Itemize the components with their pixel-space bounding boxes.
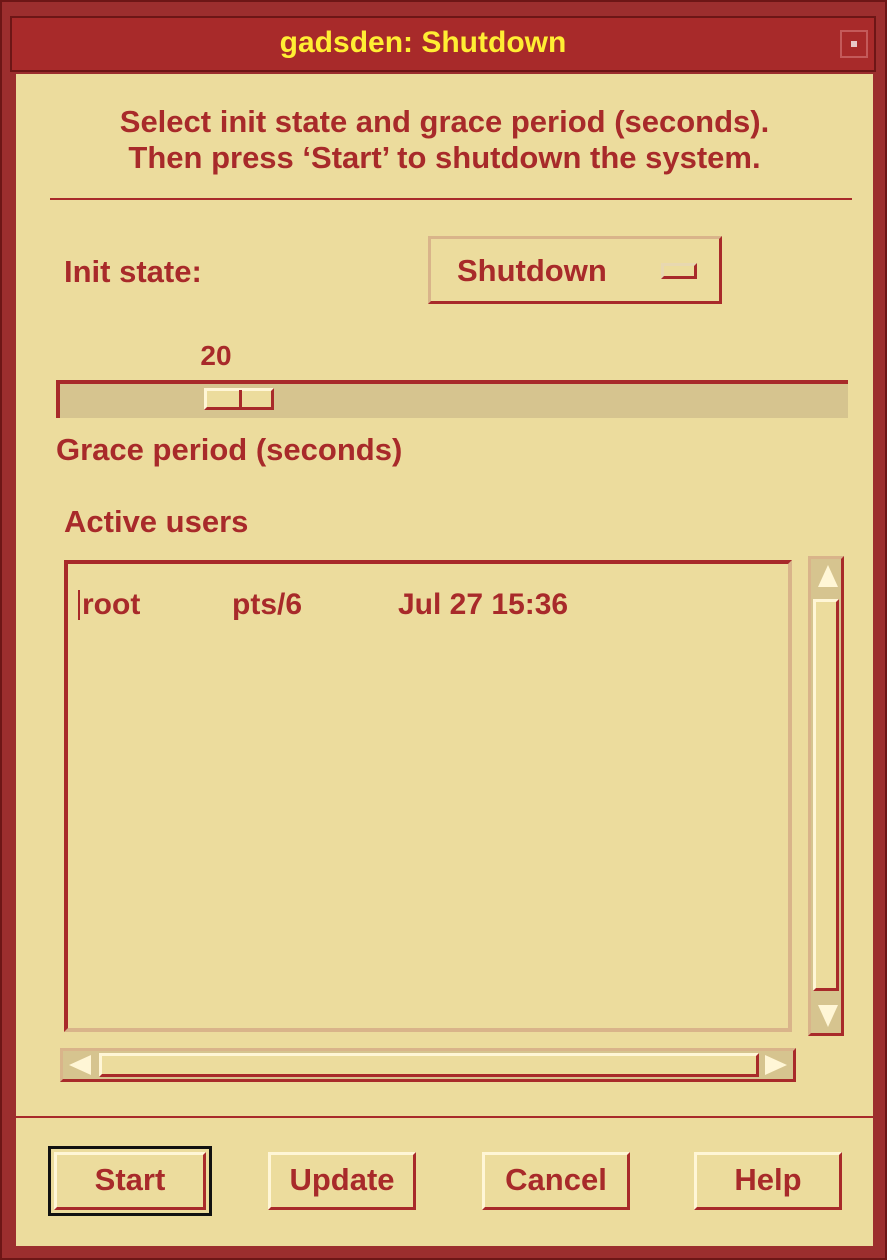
horizontal-scroll-thumb[interactable] bbox=[99, 1053, 759, 1077]
separator bbox=[16, 1116, 873, 1118]
option-menu-indicator-icon bbox=[661, 263, 697, 279]
instruction-line-2: Then press ‘Start’ to shutdown the syste… bbox=[128, 140, 761, 175]
grace-period-scale[interactable] bbox=[56, 380, 848, 418]
init-state-label: Init state: bbox=[64, 254, 202, 289]
init-state-value: Shutdown bbox=[457, 253, 607, 288]
scroll-right-arrow-icon[interactable] bbox=[765, 1055, 787, 1075]
horizontal-scrollbar[interactable] bbox=[60, 1048, 796, 1082]
separator bbox=[50, 198, 852, 200]
user-name: root bbox=[82, 588, 141, 621]
grace-period-slider[interactable] bbox=[204, 388, 274, 410]
vertical-scroll-thumb[interactable] bbox=[813, 599, 839, 991]
text-cursor bbox=[78, 590, 80, 620]
start-button[interactable]: Start bbox=[48, 1146, 212, 1216]
vertical-scrollbar[interactable] bbox=[808, 556, 844, 1036]
cancel-button[interactable]: Cancel bbox=[482, 1152, 630, 1210]
help-button[interactable]: Help bbox=[694, 1152, 842, 1210]
user-tty: pts/6 bbox=[232, 588, 303, 621]
scroll-down-arrow-icon[interactable] bbox=[818, 1005, 838, 1027]
scroll-left-arrow-icon[interactable] bbox=[69, 1055, 91, 1075]
user-login-time: Jul 27 15:36 bbox=[398, 588, 569, 621]
window-title: gadsden: Shutdown bbox=[279, 26, 567, 59]
title-bar[interactable]: gadsden: Shutdown bbox=[10, 16, 876, 72]
update-button[interactable]: Update bbox=[268, 1152, 416, 1210]
init-state-option-menu[interactable]: Shutdown bbox=[428, 236, 722, 304]
window-menu-icon bbox=[851, 41, 857, 47]
instruction-line-1: Select init state and grace period (seco… bbox=[119, 104, 770, 139]
scroll-up-arrow-icon[interactable] bbox=[818, 565, 838, 587]
grace-period-value: 20 bbox=[200, 340, 232, 371]
dialog-body: Select init state and grace period (seco… bbox=[16, 74, 873, 1246]
window-frame: gadsden: Shutdown Select init state and … bbox=[0, 0, 887, 1260]
grace-period-label: Grace period (seconds) bbox=[56, 432, 403, 467]
active-users-list[interactable]: root pts/6 Jul 27 15:36 bbox=[64, 560, 792, 1032]
window-menu-button[interactable] bbox=[840, 30, 868, 58]
active-users-label: Active users bbox=[64, 504, 249, 539]
